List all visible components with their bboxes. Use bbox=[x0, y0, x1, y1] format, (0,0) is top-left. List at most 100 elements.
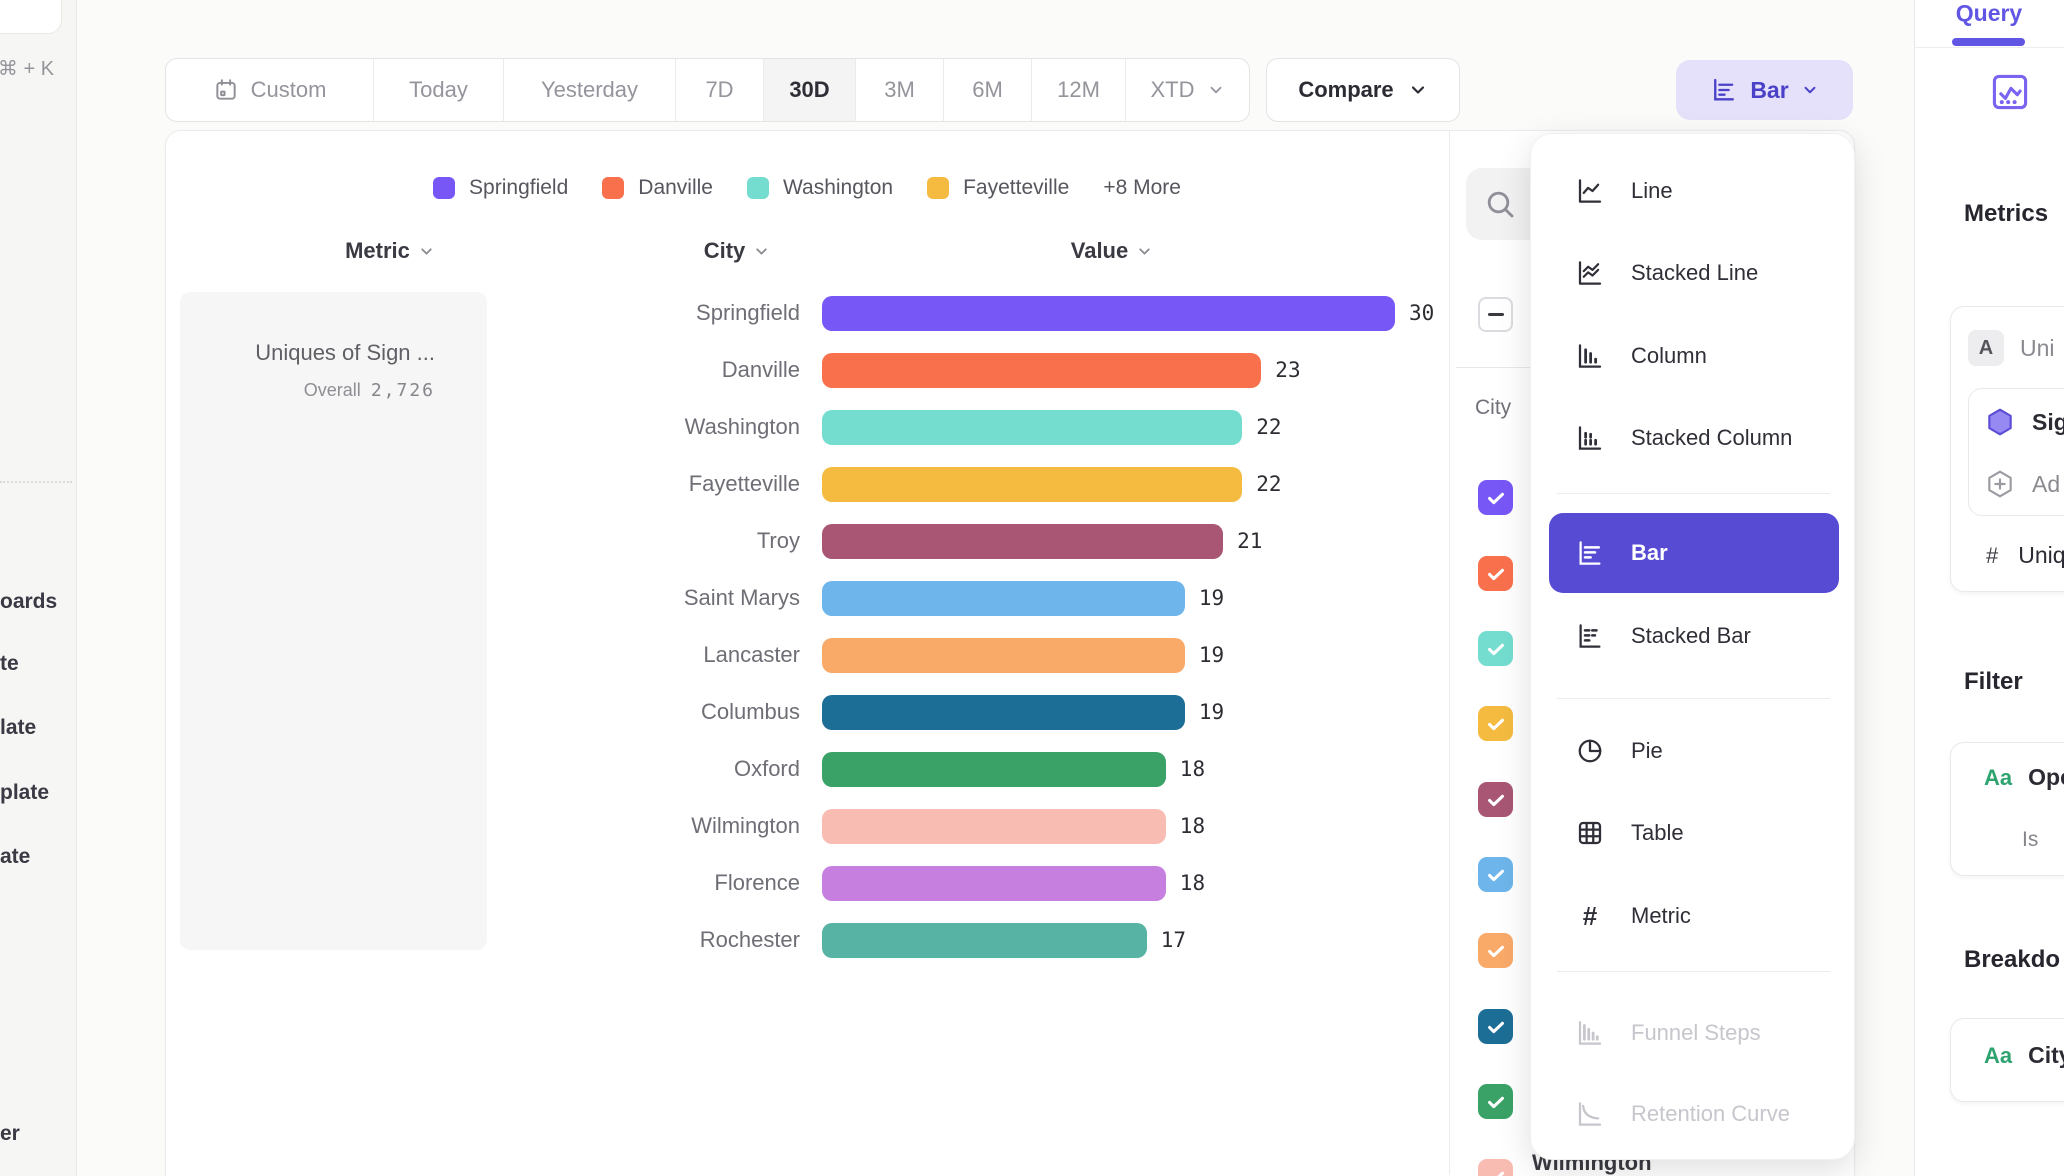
calendar-icon bbox=[213, 77, 239, 103]
bar[interactable] bbox=[822, 410, 1242, 445]
tab-active-indicator bbox=[1952, 38, 2025, 46]
check-icon bbox=[1485, 638, 1507, 660]
menu-item-bar-selected[interactable]: Bar bbox=[1549, 513, 1839, 593]
add-hexagon-icon bbox=[1984, 468, 2016, 500]
insights-chart-icon[interactable] bbox=[1988, 70, 2032, 114]
metric-row[interactable]: A Uni bbox=[1968, 330, 2055, 366]
bar-row: Troy21 bbox=[500, 523, 1440, 559]
bar-row: Wilmington18 bbox=[500, 808, 1440, 844]
bar[interactable] bbox=[822, 524, 1223, 559]
nav-item-3[interactable]: plate bbox=[0, 781, 49, 805]
compare-button[interactable]: Compare bbox=[1266, 58, 1460, 122]
bar[interactable] bbox=[822, 923, 1147, 958]
metric-cell[interactable]: Uniques of Sign ... Overall 2,726 bbox=[180, 292, 487, 950]
date-range-custom[interactable]: Custom bbox=[166, 59, 374, 121]
menu-item-line[interactable]: Line bbox=[1531, 150, 1856, 232]
column-header-value[interactable]: Value bbox=[1002, 238, 1222, 264]
city-checkbox[interactable] bbox=[1478, 782, 1513, 817]
city-checkbox[interactable] bbox=[1478, 857, 1513, 892]
date-range-today[interactable]: Today bbox=[374, 59, 504, 121]
menu-divider bbox=[1557, 971, 1830, 972]
nav-search-box[interactable] bbox=[0, 0, 62, 34]
chevron-down-icon bbox=[1136, 243, 1153, 260]
check-icon bbox=[1485, 940, 1507, 962]
column-header-metric[interactable]: Metric bbox=[280, 238, 500, 264]
stacked-line-chart-icon bbox=[1575, 258, 1605, 288]
nav-item-1[interactable]: te bbox=[0, 652, 19, 676]
chart-type-button[interactable]: Bar bbox=[1676, 60, 1853, 120]
metric-overall: Overall 2,726 bbox=[180, 380, 435, 401]
unique-label: Uniq bbox=[2018, 542, 2064, 569]
bar[interactable] bbox=[822, 752, 1166, 787]
breakdown-name: City bbox=[2028, 1042, 2064, 1069]
bar-chart-icon bbox=[1710, 76, 1738, 104]
left-nav-rail: ⌘ + K oards te late plate ate er bbox=[0, 0, 77, 1176]
bar[interactable] bbox=[822, 353, 1261, 388]
nav-item-boards[interactable]: oards bbox=[0, 590, 57, 614]
menu-item-column[interactable]: Column bbox=[1531, 315, 1856, 397]
city-checkbox[interactable] bbox=[1478, 480, 1513, 515]
date-range-3m[interactable]: 3M bbox=[856, 59, 944, 121]
bar[interactable] bbox=[822, 581, 1185, 616]
filter-name: Ope bbox=[2028, 764, 2064, 791]
filter-row[interactable]: Aa Ope bbox=[1984, 764, 2064, 791]
city-checkbox[interactable] bbox=[1478, 1009, 1513, 1044]
chart-type-menu: Line Stacked Line Column Stacked Column … bbox=[1530, 133, 1855, 1160]
bar[interactable] bbox=[822, 467, 1242, 502]
legend-item[interactable]: Fayetteville bbox=[927, 176, 1069, 200]
filter-operator-row[interactable]: Is i bbox=[2022, 828, 2064, 852]
menu-divider bbox=[1557, 698, 1830, 699]
breakdown-heading: Breakdo bbox=[1964, 946, 2060, 974]
city-checkbox[interactable] bbox=[1478, 933, 1513, 968]
menu-item-table[interactable]: Table bbox=[1531, 792, 1856, 874]
check-icon bbox=[1485, 487, 1507, 509]
date-range-30d[interactable]: 30D bbox=[764, 59, 856, 121]
date-range-6m[interactable]: 6M bbox=[944, 59, 1032, 121]
unique-row[interactable]: # Uniq bbox=[1986, 542, 2064, 569]
keyboard-shortcut-hint: ⌘ + K bbox=[0, 56, 62, 81]
menu-item-stacked-line[interactable]: Stacked Line bbox=[1531, 232, 1856, 314]
city-checkbox[interactable] bbox=[1478, 1159, 1513, 1176]
menu-item-stacked-bar[interactable]: Stacked Bar bbox=[1531, 595, 1856, 677]
legend-item[interactable]: Danville bbox=[602, 176, 713, 200]
legend-item[interactable]: Springfield bbox=[433, 176, 568, 200]
legend-more-link[interactable]: +8 More bbox=[1103, 176, 1181, 200]
check-icon bbox=[1485, 563, 1507, 585]
hash-icon: # bbox=[1575, 901, 1605, 931]
add-event-row[interactable]: Ad bbox=[1984, 468, 2060, 500]
nav-item-4[interactable]: ate bbox=[0, 845, 30, 869]
menu-item-metric[interactable]: # Metric bbox=[1531, 875, 1856, 957]
bar[interactable] bbox=[822, 809, 1166, 844]
menu-item-stacked-column[interactable]: Stacked Column bbox=[1531, 397, 1856, 479]
nav-item-2[interactable]: late bbox=[0, 716, 36, 740]
menu-item-pie[interactable]: Pie bbox=[1531, 710, 1856, 792]
bar-row: Springfield30 bbox=[500, 295, 1440, 331]
city-checkbox[interactable] bbox=[1478, 706, 1513, 741]
filter-operator: Is bbox=[2022, 828, 2038, 852]
legend-item[interactable]: Washington bbox=[747, 176, 893, 200]
tab-query[interactable]: Query bbox=[1934, 0, 2044, 27]
chevron-down-icon bbox=[1801, 81, 1819, 99]
city-checkbox[interactable] bbox=[1478, 1084, 1513, 1119]
bar-row: Columbus19 bbox=[500, 694, 1440, 730]
bar[interactable] bbox=[822, 695, 1185, 730]
breakdown-row[interactable]: Aa City bbox=[1984, 1042, 2064, 1069]
bar[interactable] bbox=[822, 866, 1166, 901]
date-range-yesterday[interactable]: Yesterday bbox=[504, 59, 676, 121]
date-range-xtd[interactable]: XTD bbox=[1126, 59, 1249, 121]
select-all-checkbox[interactable] bbox=[1478, 297, 1513, 332]
city-checkbox[interactable] bbox=[1478, 556, 1513, 591]
bar-row: Washington22 bbox=[500, 409, 1440, 445]
string-type-icon: Aa bbox=[1984, 1043, 2012, 1069]
city-checkbox[interactable] bbox=[1478, 631, 1513, 666]
legend-swatch bbox=[433, 177, 455, 199]
date-range-7d[interactable]: 7D bbox=[676, 59, 764, 121]
bar[interactable] bbox=[822, 296, 1395, 331]
nav-item-5[interactable]: er bbox=[0, 1122, 20, 1146]
sidebar-header-border bbox=[1914, 47, 2064, 48]
date-range-12m[interactable]: 12M bbox=[1032, 59, 1126, 121]
event-row[interactable]: Sig bbox=[1984, 406, 2064, 438]
bar[interactable] bbox=[822, 638, 1185, 673]
column-header-city[interactable]: City bbox=[627, 238, 847, 264]
bar-row: Florence18 bbox=[500, 865, 1440, 901]
